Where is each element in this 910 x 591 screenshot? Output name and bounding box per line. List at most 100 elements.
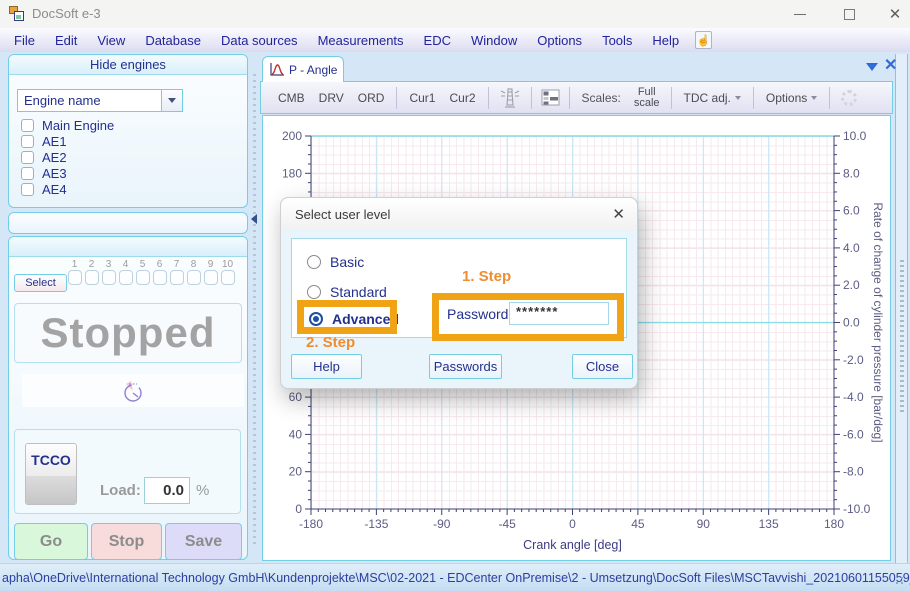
cylinder-8[interactable]: 8 xyxy=(186,259,201,285)
engine-name-dropdown[interactable]: Engine name xyxy=(17,89,183,112)
radio-icon[interactable] xyxy=(309,312,323,326)
drv-button[interactable]: DRV xyxy=(312,91,351,105)
menu-file[interactable]: File xyxy=(4,33,45,48)
svg-text:180: 180 xyxy=(824,517,844,531)
menu-options[interactable]: Options xyxy=(527,33,592,48)
minimize-button[interactable] xyxy=(780,0,820,28)
checkbox[interactable] xyxy=(21,135,34,148)
radio-label: Standard xyxy=(330,284,387,300)
checkbox[interactable] xyxy=(119,270,133,285)
options-label: Options xyxy=(766,91,807,105)
svg-text:4.0: 4.0 xyxy=(843,241,860,255)
checkbox[interactable] xyxy=(21,183,34,196)
menu-measurements[interactable]: Measurements xyxy=(308,33,414,48)
cylinder-10[interactable]: 10 xyxy=(220,259,235,285)
close-button[interactable]: ✕ xyxy=(875,0,910,28)
menu-tools[interactable]: Tools xyxy=(592,33,642,48)
menu-view[interactable]: View xyxy=(87,33,135,48)
chart-toolbar: CMB DRV ORD Cur1 Cur2 Scales: Full xyxy=(260,81,893,114)
full-scale-button[interactable]: Full scale xyxy=(628,87,666,109)
resize-grip[interactable] xyxy=(901,582,903,584)
step1-label: 1. Step xyxy=(462,268,511,285)
maximize-button[interactable] xyxy=(829,0,869,28)
collapsed-panel[interactable] xyxy=(8,212,248,234)
sidebar-splitter[interactable] xyxy=(250,54,259,563)
engine-name-value: Engine name xyxy=(18,93,161,108)
dropdown-button[interactable] xyxy=(161,90,182,111)
cylinder-9[interactable]: 9 xyxy=(203,259,218,285)
engine-row-main[interactable]: Main Engine xyxy=(21,118,114,132)
password-input[interactable]: ******* xyxy=(509,302,609,325)
checkbox[interactable] xyxy=(21,151,34,164)
cylinder-2[interactable]: 2 xyxy=(84,259,99,285)
hand-pointer-icon[interactable]: ☝ xyxy=(695,31,712,49)
radio-standard[interactable]: Standard xyxy=(307,284,387,299)
engine-row-ae3[interactable]: AE3 xyxy=(21,166,67,180)
menu-edc[interactable]: EDC xyxy=(414,33,461,48)
cylinder-4[interactable]: 4 xyxy=(118,259,133,285)
close-dialog-button[interactable]: Close xyxy=(572,354,633,379)
checkbox[interactable] xyxy=(170,270,184,285)
control-panel-header[interactable] xyxy=(9,237,247,257)
tdc-adj-dropdown[interactable]: TDC adj. xyxy=(677,91,748,105)
checkbox[interactable] xyxy=(21,167,34,180)
checkbox[interactable] xyxy=(85,270,99,285)
radio-basic[interactable]: Basic xyxy=(307,254,364,269)
load-input[interactable]: 0.0 xyxy=(144,477,190,504)
cylinder-7[interactable]: 7 xyxy=(169,259,184,285)
status-bar: apha\OneDrive\International Technology G… xyxy=(0,563,910,591)
toolbar-separator xyxy=(671,87,672,109)
go-button[interactable]: Go xyxy=(14,523,88,560)
options-dropdown[interactable]: Options xyxy=(759,91,824,105)
cylinder-3[interactable]: 3 xyxy=(101,259,116,285)
menu-window[interactable]: Window xyxy=(461,33,527,48)
radio-icon[interactable] xyxy=(307,255,321,269)
cylinder-1[interactable]: 1 xyxy=(67,259,82,285)
tab-p-angle[interactable]: P - Angle xyxy=(262,56,344,82)
tab-label: P - Angle xyxy=(289,63,337,77)
checkbox[interactable] xyxy=(221,270,235,285)
checkbox[interactable] xyxy=(187,270,201,285)
svg-text:135: 135 xyxy=(759,517,779,531)
cylinder-5[interactable]: 5 xyxy=(135,259,150,285)
table-layout-icon[interactable] xyxy=(541,89,560,106)
cur2-button[interactable]: Cur2 xyxy=(442,91,482,105)
lighthouse-icon[interactable] xyxy=(498,86,522,110)
engine-row-ae2[interactable]: AE2 xyxy=(21,150,67,164)
radio-advanced[interactable]: Advanced xyxy=(309,311,399,326)
save-button[interactable]: Save xyxy=(165,523,242,560)
engine-label: AE4 xyxy=(42,182,67,197)
help-button[interactable]: Help xyxy=(291,354,362,379)
checkbox[interactable] xyxy=(21,119,34,132)
ord-button[interactable]: ORD xyxy=(351,91,392,105)
checkbox[interactable] xyxy=(204,270,218,285)
file-path: apha\OneDrive\International Technology G… xyxy=(0,571,910,585)
right-splitter[interactable] xyxy=(895,54,908,563)
engine-row-ae1[interactable]: AE1 xyxy=(21,134,67,148)
tab-list-dropdown-icon[interactable] xyxy=(866,63,878,71)
cmb-button[interactable]: CMB xyxy=(271,91,312,105)
radio-icon[interactable] xyxy=(307,285,321,299)
tcco-button[interactable]: TCCO xyxy=(25,443,77,505)
dialog-close-icon[interactable]: ✕ xyxy=(612,205,625,223)
passwords-button[interactable]: Passwords xyxy=(429,354,502,379)
stop-button[interactable]: Stop xyxy=(91,523,162,560)
checkbox[interactable] xyxy=(102,270,116,285)
checkbox[interactable] xyxy=(153,270,167,285)
cylinder-6[interactable]: 6 xyxy=(152,259,167,285)
menu-edit[interactable]: Edit xyxy=(45,33,87,48)
hide-engines-header[interactable]: Hide engines xyxy=(9,55,247,75)
collapse-arrow-icon[interactable] xyxy=(251,214,257,224)
checkbox[interactable] xyxy=(68,270,82,285)
menu-data-sources[interactable]: Data sources xyxy=(211,33,308,48)
maximize-icon xyxy=(844,9,855,20)
cur1-button[interactable]: Cur1 xyxy=(402,91,442,105)
engine-row-ae4[interactable]: AE4 xyxy=(21,182,67,196)
title-bar: DocSoft e-3 ✕ xyxy=(0,0,910,28)
menu-help[interactable]: Help xyxy=(642,33,689,48)
select-button[interactable]: Select xyxy=(14,274,67,292)
cylinder-number: 4 xyxy=(123,259,129,270)
checkbox[interactable] xyxy=(136,270,150,285)
menu-database[interactable]: Database xyxy=(135,33,211,48)
tab-close-icon[interactable]: ✕ xyxy=(884,55,897,75)
